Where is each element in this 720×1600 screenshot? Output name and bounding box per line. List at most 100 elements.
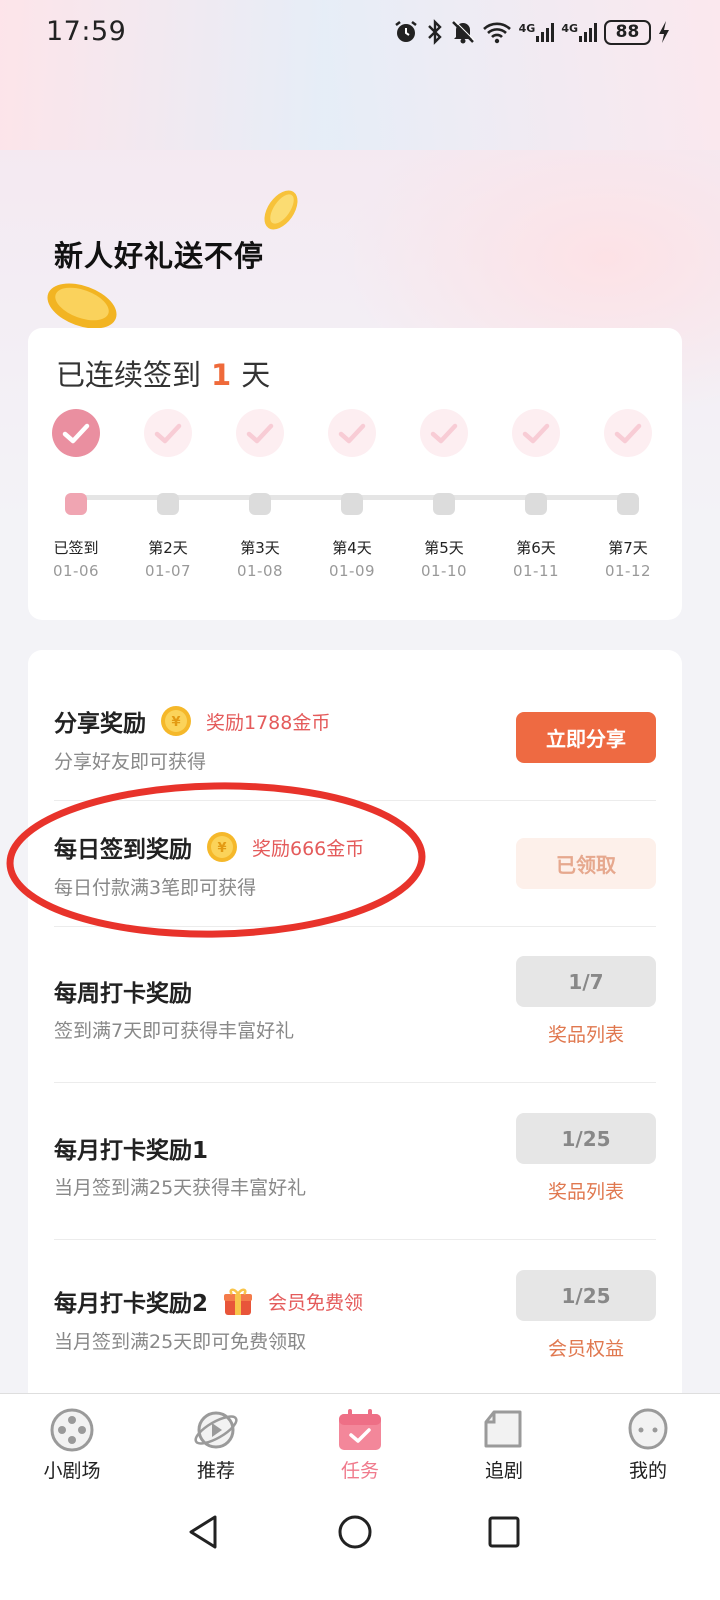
day-label: 已签到 (53, 539, 99, 557)
day-label: 第3天 (240, 539, 280, 557)
alarm-icon (394, 21, 417, 42)
tab-theater[interactable]: 小剧场 (0, 1394, 144, 1493)
signin-streak-title: 已连续签到 1 天 (56, 358, 271, 392)
tab-label: 我的 (628, 1460, 667, 1482)
status-icons: 4G 4G 88 (393, 17, 670, 47)
prize-list-link[interactable]: 奖品列表 (516, 1177, 656, 1204)
day-date: 01-10 (420, 562, 468, 580)
progress-dot (157, 493, 179, 515)
recent-apps-icon[interactable] (487, 1513, 521, 1551)
mute-bell-icon (451, 20, 475, 44)
charging-bolt-icon (659, 21, 669, 43)
check-circle-icon (144, 409, 192, 457)
task-item-share: 分享奖励 ¥ 奖励1788金币 分享好友即可获得 立即分享 (54, 704, 656, 784)
bluetooth-icon (427, 19, 442, 45)
signin-day: 第5天 01-10 (398, 408, 490, 580)
task-reward: 会员免费领 (268, 1291, 364, 1314)
day-label: 第6天 (516, 539, 556, 557)
gold-coin-decoration-icon (47, 283, 117, 329)
day-label: 第7天 (608, 539, 648, 557)
tab-label: 推荐 (196, 1460, 235, 1482)
tab-following[interactable]: 追剧 (432, 1394, 576, 1493)
task-description: 签到满7天即可获得丰富好礼 (54, 1020, 295, 1042)
progress-dot (249, 493, 271, 515)
share-now-button[interactable]: 立即分享 (516, 712, 656, 763)
day-label: 第4天 (332, 539, 372, 557)
check-circle-icon (604, 409, 652, 457)
check-circle-icon (236, 409, 284, 457)
signin-day: 第7天 01-12 (582, 408, 674, 580)
task-description: 当月签到满25天即可免费领取 (54, 1331, 307, 1353)
task-title: 分享奖励 ¥ 奖励1788金币 (54, 704, 330, 738)
signin-day: 第2天 01-07 (122, 408, 214, 580)
day-date: 01-07 (144, 562, 192, 580)
calendar-check-icon (339, 1409, 381, 1450)
smiley-face-icon (628, 1408, 668, 1450)
progress-dot (433, 493, 455, 515)
monthly-progress-button[interactable]: 1/25 (516, 1113, 656, 1164)
status-time: 17:59 (46, 16, 127, 47)
tab-label: 追剧 (484, 1460, 523, 1482)
check-circle-icon (328, 409, 376, 457)
folder-icon (484, 1410, 522, 1448)
home-icon[interactable] (337, 1513, 373, 1551)
day-date: 01-06 (52, 562, 100, 580)
gift-icon (224, 1288, 253, 1315)
page-title: 新人好礼送不停 (54, 239, 265, 273)
check-circle-icon (420, 409, 468, 457)
tab-label: 任务 (340, 1460, 379, 1482)
task-item-monthly-2: 每月打卡奖励2 会员免费领 当月签到满25天即可免费领取 1/25 会员权益 (54, 1270, 656, 1370)
signin-streak-card: 已连续签到 1 天 已签到 01-06 第2天 01-07 第3天 01-08 第4天 01-09… (28, 328, 682, 620)
task-title: 每周打卡奖励 (54, 981, 192, 1007)
progress-dot (341, 493, 363, 515)
progress-dot (65, 493, 87, 515)
divider (54, 1239, 656, 1240)
back-icon[interactable] (186, 1513, 220, 1551)
progress-dot (617, 493, 639, 515)
tab-tasks[interactable]: 任务 (288, 1394, 432, 1493)
film-reel-icon (50, 1408, 94, 1452)
day-date: 01-12 (604, 562, 652, 580)
task-item-weekly: 每周打卡奖励 签到满7天即可获得丰富好礼 1/7 奖品列表 (54, 956, 656, 1056)
bottom-tab-bar: 小剧场 推荐 任务 追剧 我的 (0, 1393, 720, 1493)
wifi-icon (482, 22, 511, 44)
day-label: 第5天 (424, 539, 464, 557)
tab-mine[interactable]: 我的 (576, 1394, 720, 1493)
battery-indicator: 88 (604, 19, 651, 45)
divider (54, 1082, 656, 1083)
task-list-card: 分享奖励 ¥ 奖励1788金币 分享好友即可获得 立即分享 每日签到奖励 ¥ 奖… (28, 650, 682, 1410)
signal-4g-icon: 4G (561, 22, 597, 42)
signin-day: 已签到 01-06 (30, 408, 122, 580)
task-item-monthly-1: 每月打卡奖励1 当月签到满25天获得丰富好礼 1/25 奖品列表 (54, 1113, 656, 1213)
signin-day: 第6天 01-11 (490, 408, 582, 580)
claimed-button[interactable]: 已领取 (516, 838, 656, 889)
progress-dot (525, 493, 547, 515)
day-date: 01-08 (236, 562, 284, 580)
task-description: 分享好友即可获得 (54, 751, 207, 773)
tab-label: 小剧场 (43, 1460, 101, 1482)
day-date: 01-11 (512, 562, 560, 580)
streak-count: 1 (211, 358, 232, 392)
day-label: 第2天 (148, 539, 188, 557)
weekly-progress-button[interactable]: 1/7 (516, 956, 656, 1007)
annotation-circle (6, 782, 426, 938)
svg-text:¥: ¥ (171, 715, 180, 730)
check-circle-icon (512, 409, 560, 457)
coin-icon: ¥ (161, 706, 191, 736)
monthly-progress-button[interactable]: 1/25 (516, 1270, 656, 1321)
task-title: 每月打卡奖励1 (54, 1138, 209, 1164)
task-description: 当月签到满25天获得丰富好礼 (54, 1177, 307, 1199)
signin-day: 第4天 01-09 (306, 408, 398, 580)
prize-list-link[interactable]: 奖品列表 (516, 1020, 656, 1047)
tab-recommend[interactable]: 推荐 (144, 1394, 288, 1493)
day-date: 01-09 (328, 562, 376, 580)
gold-coin-decoration-icon (264, 190, 298, 230)
task-reward: 奖励1788金币 (206, 711, 331, 734)
task-title: 每月打卡奖励2 会员免费领 (54, 1284, 363, 1318)
checked-circle-icon (52, 409, 100, 457)
status-bar: 17:59 4G 4G 88 (0, 0, 720, 64)
system-navigation-bar (0, 1493, 720, 1600)
planet-play-icon (194, 1411, 238, 1449)
signin-day: 第3天 01-08 (214, 408, 306, 580)
member-benefits-link[interactable]: 会员权益 (516, 1334, 656, 1361)
